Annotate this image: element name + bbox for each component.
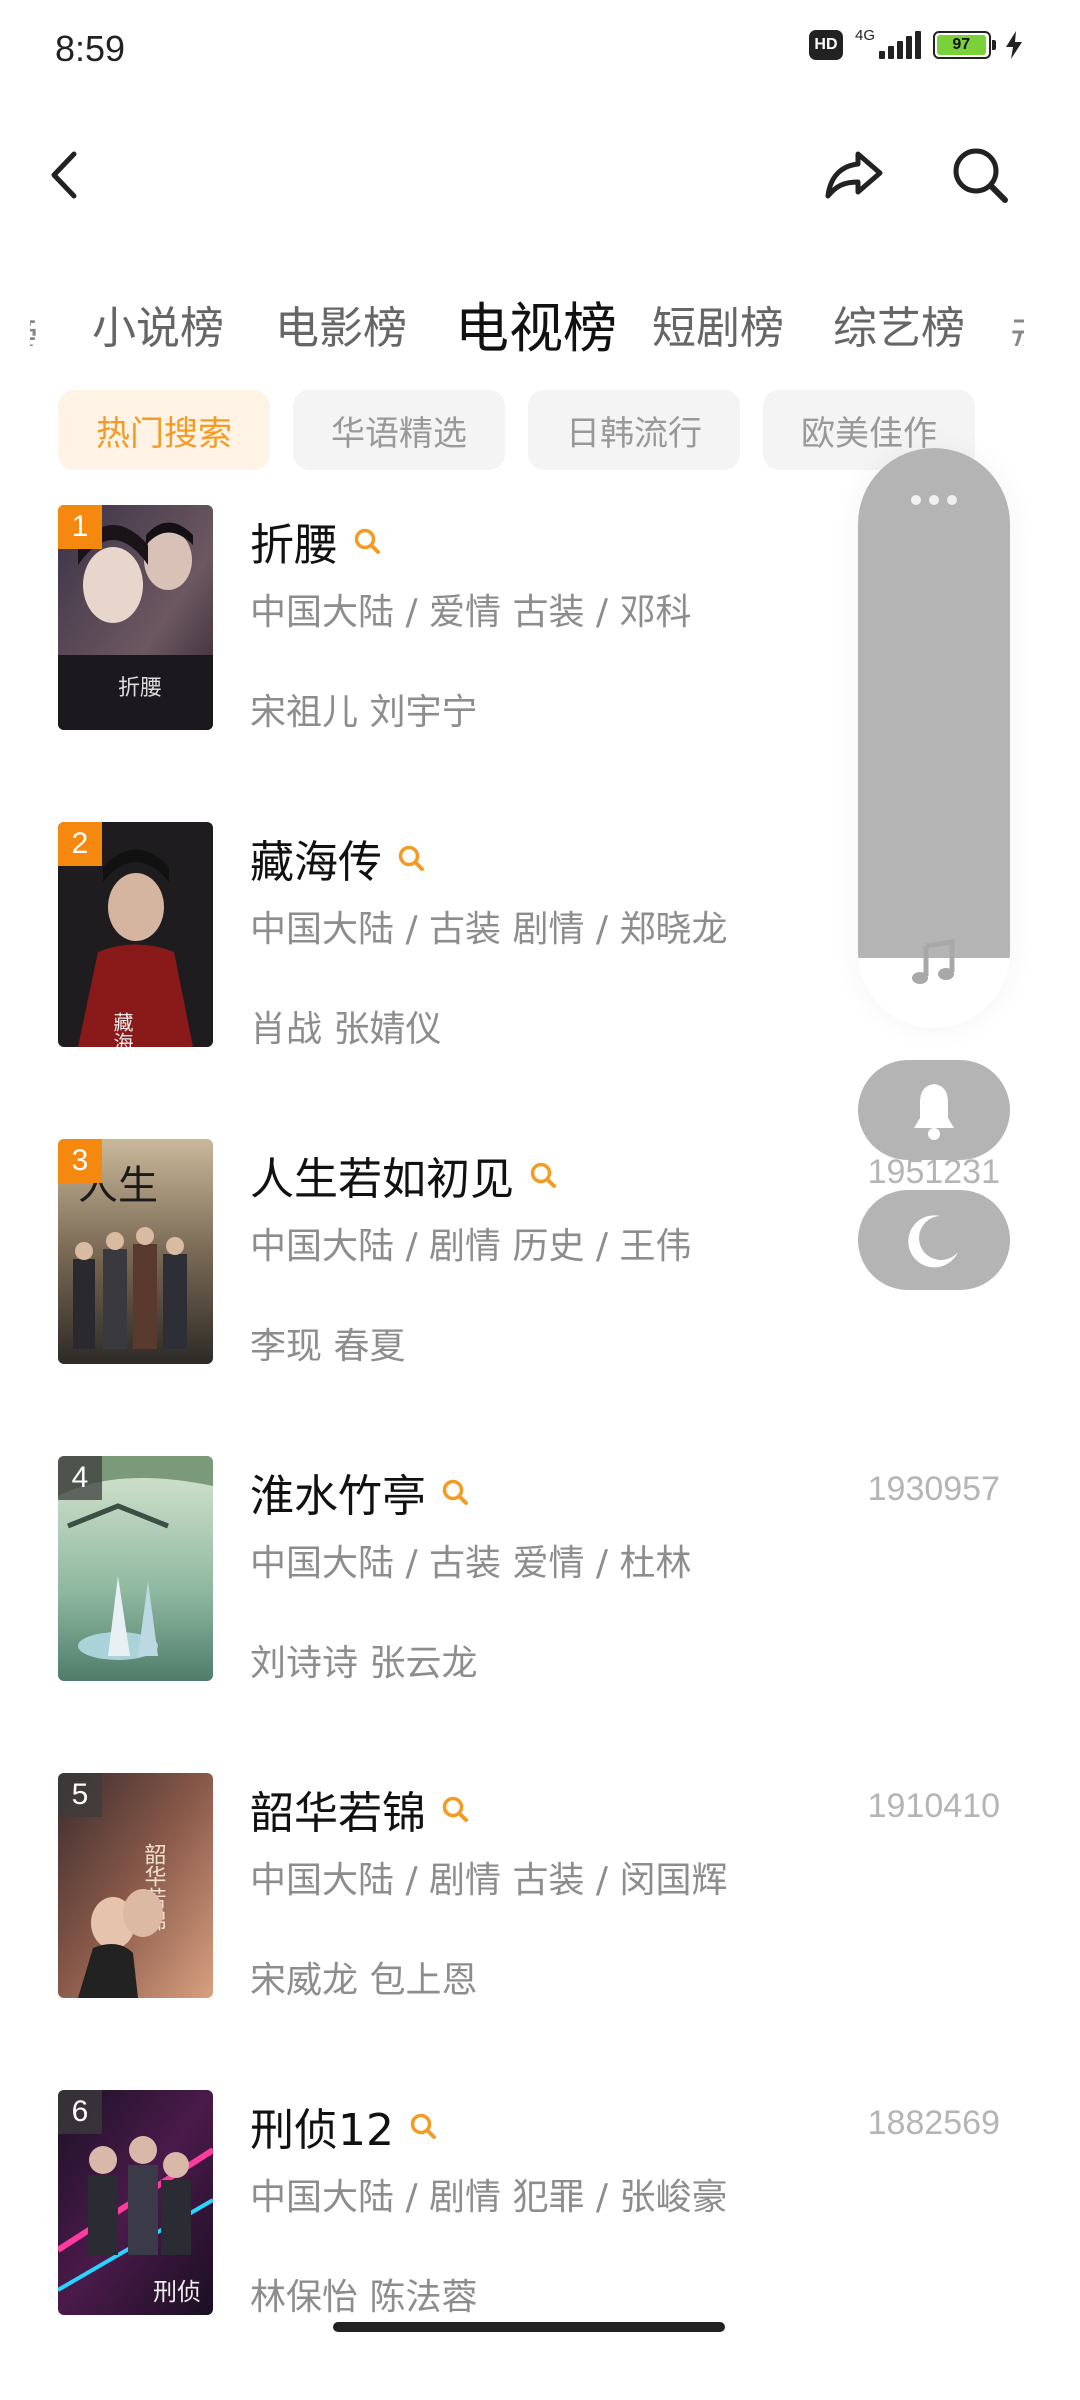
poster-image[interactable]: 4	[58, 1456, 213, 1681]
ring-mode-button[interactable]	[858, 1060, 1010, 1160]
poster-image[interactable]: 刑侦 6	[58, 2090, 213, 2315]
item-score: 1882569	[867, 2104, 1000, 2142]
poster-image[interactable]: 折腰 1	[58, 505, 213, 730]
rank-badge: 5	[58, 1773, 102, 1817]
search-icon[interactable]	[396, 843, 426, 873]
volume-slider[interactable]	[858, 448, 1010, 958]
item-cast: 宋威龙 包上恩	[250, 1960, 478, 2001]
battery-icon: 97	[933, 31, 996, 59]
list-item[interactable]: 4 淮水竹亭 1930957 中国大陆 / 古装 爱情 / 杜林 刘诗诗 张云龙	[0, 1456, 1080, 1686]
item-title-text: 折腰	[250, 520, 338, 571]
search-icon[interactable]	[528, 1160, 558, 1190]
item-meta: 中国大陆 / 剧情 犯罪 / 张峻豪	[250, 2177, 728, 2218]
poster-image[interactable]: 藏海传 2	[58, 822, 213, 1047]
tab-movie[interactable]: 电影榜	[275, 292, 407, 356]
moon-icon	[908, 1215, 958, 1268]
item-cast: 刘诗诗 张云龙	[250, 1643, 478, 1684]
subtab-chinese-picks[interactable]: 华语精选	[293, 390, 505, 470]
item-cast: 李现 春夏	[250, 1326, 406, 1367]
more-dots-icon[interactable]	[908, 494, 960, 506]
item-title[interactable]: 刑侦12	[250, 2094, 438, 2158]
tab-novel[interactable]: 小说榜	[92, 292, 224, 356]
search-icon[interactable]	[440, 1477, 470, 1507]
volume-panel[interactable]	[858, 448, 1010, 1028]
share-arrow-icon[interactable]	[820, 140, 890, 210]
search-icon[interactable]	[408, 2111, 438, 2141]
item-title-text: 人生若如初见	[250, 1154, 514, 1205]
item-cast: 肖战 张婧仪	[250, 1009, 442, 1050]
status-icons: HD 4G 97	[808, 26, 1025, 60]
bell-icon	[914, 1084, 954, 1140]
status-bar: 8:59 HD 4G 97	[0, 0, 1080, 100]
search-icon[interactable]	[440, 1794, 470, 1824]
svg-text:藏海传: 藏海传	[110, 1012, 134, 1047]
rank-badge: 6	[58, 2090, 102, 2134]
battery-level: 97	[937, 35, 986, 55]
item-cast: 林保怡 陈法蓉	[250, 2277, 478, 2318]
item-cast: 宋祖儿 刘宇宁	[250, 692, 478, 733]
svg-text:刑侦: 刑侦	[153, 2278, 201, 2306]
chevron-left-icon[interactable]	[40, 140, 90, 210]
item-meta: 中国大陆 / 剧情 历史 / 王伟	[250, 1226, 692, 1267]
item-meta: 中国大陆 / 爱情 古装 / 邓科	[250, 592, 692, 633]
item-score: 1930957	[867, 1470, 1000, 1508]
status-time: 8:59	[55, 28, 126, 69]
search-icon[interactable]	[945, 140, 1015, 210]
subtab-jk-popular[interactable]: 日韩流行	[528, 390, 740, 470]
item-title[interactable]: 藏海传	[250, 826, 426, 890]
tab-variety[interactable]: 综艺榜	[833, 292, 965, 356]
item-meta: 中国大陆 / 剧情 古装 / 闵国辉	[250, 1860, 728, 1901]
item-meta: 中国大陆 / 古装 爱情 / 杜林	[250, 1543, 692, 1584]
do-not-disturb-button[interactable]	[858, 1190, 1010, 1290]
item-title[interactable]: 韶华若锦	[250, 1777, 470, 1841]
item-meta: 中国大陆 / 古装 剧情 / 郑晓龙	[250, 909, 728, 950]
list-item[interactable]: 刑侦 6 刑侦12 1882569 中国大陆 / 剧情 犯罪 / 张峻豪 林保怡…	[0, 2090, 1080, 2320]
item-title-text: 韶华若锦	[250, 1788, 426, 1839]
tab-short-drama[interactable]: 短剧榜	[652, 292, 784, 356]
top-navigation	[0, 130, 1080, 220]
category-tabs: 榜 小说榜 电影榜 电视榜 短剧榜 综艺榜 动	[0, 280, 1080, 360]
tab-partial-right[interactable]: 动	[1010, 302, 1024, 346]
network-type: 4G	[854, 26, 875, 44]
home-indicator[interactable]	[333, 2322, 725, 2332]
svg-text:折腰: 折腰	[118, 676, 162, 701]
tab-tv[interactable]: 电视榜	[455, 284, 617, 360]
tab-partial-left[interactable]: 榜	[30, 302, 40, 346]
subtab-hot-search[interactable]: 热门搜索	[58, 390, 270, 470]
item-title[interactable]: 折腰	[250, 509, 382, 573]
item-title[interactable]: 人生若如初见	[250, 1143, 558, 1207]
rank-badge: 1	[58, 505, 102, 549]
list-item[interactable]: 韶华若锦 5 韶华若锦 1910410 中国大陆 / 剧情 古装 / 闵国辉 宋…	[0, 1773, 1080, 2003]
hd-badge: HD	[808, 30, 843, 60]
rank-badge: 4	[58, 1456, 102, 1500]
music-note-icon	[912, 939, 955, 984]
rank-badge: 3	[58, 1139, 102, 1183]
item-title-text: 藏海传	[250, 837, 382, 888]
item-title[interactable]: 淮水竹亭	[250, 1460, 470, 1524]
poster-image[interactable]: 人生 3	[58, 1139, 213, 1364]
item-title-text: 淮水竹亭	[250, 1471, 426, 1522]
search-icon[interactable]	[352, 526, 382, 556]
item-title-text: 刑侦12	[250, 2105, 394, 2156]
item-score: 1910410	[867, 1787, 1000, 1825]
poster-image[interactable]: 韶华若锦 5	[58, 1773, 213, 1998]
signal-icon	[879, 31, 921, 59]
rank-badge: 2	[58, 822, 102, 866]
charging-icon	[1006, 31, 1022, 59]
